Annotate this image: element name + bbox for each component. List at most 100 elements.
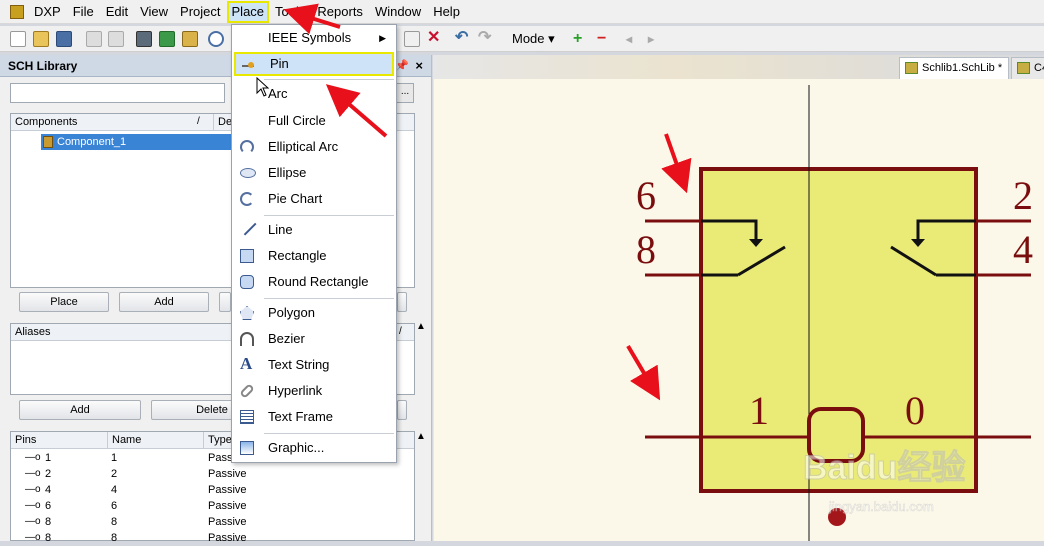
pin-glyph-icon: —o — [25, 468, 41, 479]
menu-item-full-circle[interactable]: Full Circle — [234, 109, 394, 133]
redo-icon[interactable]: ↷ — [478, 30, 494, 47]
print-preview-icon[interactable] — [108, 31, 124, 47]
menu-bar: DXP File Edit View Project Place Tools R… — [0, 0, 1044, 24]
board-icon[interactable] — [159, 31, 175, 47]
place-button[interactable]: Place — [19, 292, 109, 312]
scroll-up-icon[interactable]: ▲ — [416, 321, 426, 332]
add-part-icon[interactable]: + — [573, 30, 582, 48]
menu-item-label: Elliptical Arc — [268, 139, 339, 154]
tab-schlib1[interactable]: Schlib1.SchLib * — [899, 57, 1009, 79]
panel-title: SCH Library — [8, 59, 78, 73]
open-folder-icon[interactable] — [33, 31, 49, 47]
tab-c4[interactable]: C4 — [1011, 57, 1044, 79]
menu-help[interactable]: Help — [427, 1, 466, 23]
menu-item-label: Text Frame — [268, 409, 334, 424]
new-document-icon[interactable] — [10, 31, 26, 47]
menu-item-graphic[interactable]: Graphic... — [234, 436, 394, 460]
pin-row[interactable]: —o 2 2 Passive — [11, 466, 414, 482]
aliases-header[interactable]: Aliases — [15, 324, 50, 340]
schlib-document-icon — [905, 62, 918, 74]
menu-reports[interactable]: Reports — [311, 1, 369, 23]
pin-row[interactable]: —o 4 4 Passive — [11, 482, 414, 498]
remove-part-icon[interactable]: − — [597, 30, 606, 48]
menu-item-ellipse[interactable]: Ellipse — [234, 161, 394, 185]
pin-label-8: 8 — [636, 227, 656, 272]
components-header[interactable]: Components — [15, 114, 77, 130]
save-icon[interactable] — [56, 31, 72, 47]
pin-type: Passive — [208, 484, 247, 496]
library-icon[interactable] — [182, 31, 198, 47]
menu-item-polygon[interactable]: Polygon — [234, 301, 394, 325]
menu-tools[interactable]: Tools — [269, 1, 311, 23]
menu-item-round-rectangle[interactable]: Round Rectangle — [234, 270, 394, 294]
pin-designator: 4 — [45, 484, 52, 496]
tab-schlib1-label: Schlib1.SchLib * — [922, 62, 1003, 74]
menu-project[interactable]: Project — [174, 1, 226, 23]
menu-item-hyperlink[interactable]: Hyperlink — [234, 379, 394, 403]
dxp-logo-icon[interactable] — [10, 4, 24, 19]
pin-glyph-icon: —o — [25, 500, 41, 511]
component-icon — [43, 136, 53, 148]
menu-edit[interactable]: Edit — [100, 1, 134, 23]
pin-name: 2 — [111, 468, 118, 480]
menu-window[interactable]: Window — [369, 1, 427, 23]
filter-options-button[interactable]: ... — [396, 83, 414, 103]
menu-item-bezier[interactable]: Bezier — [234, 327, 394, 351]
clear-filter-icon[interactable]: ✕ — [427, 30, 443, 47]
pin-row[interactable]: —o 8 8 Passive — [11, 514, 414, 530]
next-part-icon[interactable]: ▸ — [648, 30, 654, 48]
component-icon[interactable] — [136, 31, 152, 47]
pins-header[interactable]: Pins — [15, 432, 36, 448]
scroll-up-icon[interactable]: ▲ — [416, 431, 426, 442]
library-filter-input[interactable] — [10, 83, 225, 103]
menu-item-line[interactable]: Line — [234, 218, 394, 242]
pin-designator: 1 — [45, 452, 52, 464]
menu-item-elliptical-arc[interactable]: Elliptical Arc — [234, 135, 394, 159]
menu-item-label: Hyperlink — [268, 383, 323, 398]
schematic-canvas[interactable]: 6 8 2 4 1 0 Baidu经验 jingyan.baidu.com — [433, 79, 1044, 541]
menu-item-label: Bezier — [268, 331, 305, 346]
menu-view[interactable]: View — [134, 1, 174, 23]
pin-row[interactable]: —o 6 6 Passive — [11, 498, 414, 514]
menu-separator — [264, 298, 394, 299]
menu-item-pin[interactable]: Pin — [234, 52, 394, 76]
menu-item-label: Round Rectangle — [268, 274, 369, 289]
edit-component-button[interactable] — [397, 292, 407, 312]
round-rectangle-icon — [234, 270, 258, 294]
zoom-icon[interactable] — [208, 31, 224, 47]
close-panel-icon[interactable]: × — [415, 55, 423, 77]
menu-item-label: IEEE Symbols — [268, 30, 352, 45]
menu-item-rectangle[interactable]: Rectangle — [234, 244, 394, 268]
schematic-drawing[interactable]: 6 8 2 4 1 0 Baidu经验 jingyan.baidu.com — [433, 79, 1044, 541]
description-header[interactable]: De — [213, 114, 232, 130]
add-component-button[interactable]: Add — [119, 292, 209, 312]
cross-select-icon[interactable] — [404, 31, 420, 47]
pin-type: Passive — [208, 532, 247, 544]
type-header[interactable]: Type — [203, 432, 232, 448]
component-row[interactable]: Component_1 — [41, 134, 242, 150]
menu-item-text-string[interactable]: A Text String — [234, 353, 394, 377]
menu-separator — [264, 79, 394, 80]
add-alias-button[interactable]: Add — [19, 400, 141, 420]
undo-icon[interactable]: ↶ — [455, 30, 471, 47]
watermark-url: jingyan.baidu.com — [828, 499, 934, 514]
menu-item-label: Polygon — [268, 305, 315, 320]
pin-row[interactable]: —o 8 8 Passive — [11, 530, 414, 546]
delete-component-button[interactable] — [219, 292, 231, 312]
pin-glyph-icon: —o — [25, 516, 41, 527]
mode-dropdown[interactable]: Mode ▾ — [512, 30, 555, 48]
menu-item-ieee-symbols[interactable]: IEEE Symbols ▶ — [234, 26, 394, 50]
edit-alias-button[interactable] — [397, 400, 407, 420]
pin-type: Passive — [208, 468, 247, 480]
menu-dxp[interactable]: DXP — [28, 1, 67, 23]
menu-place[interactable]: Place — [226, 0, 270, 23]
name-header[interactable]: Name — [107, 432, 141, 448]
menu-item-label: Pie Chart — [268, 191, 323, 206]
menu-item-text-frame[interactable]: Text Frame — [234, 405, 394, 429]
pin-panel-icon[interactable]: 📌 — [395, 55, 409, 77]
print-icon[interactable] — [86, 31, 102, 47]
menu-file[interactable]: File — [67, 1, 100, 23]
menu-item-pie-chart[interactable]: Pie Chart — [234, 187, 394, 211]
hyperlink-icon — [234, 379, 258, 403]
previous-part-icon[interactable]: ◂ — [626, 30, 632, 48]
